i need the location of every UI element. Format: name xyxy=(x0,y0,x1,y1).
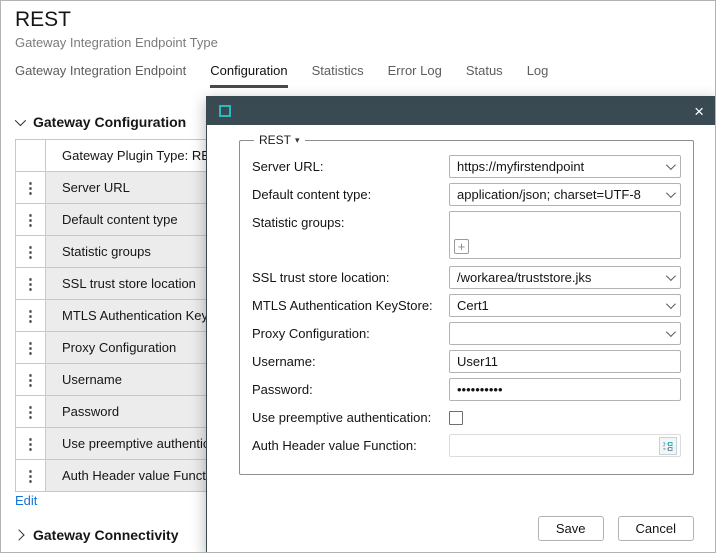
combo-value: /workarea/truststore.jks xyxy=(457,270,661,285)
form-row: Proxy Configuration: xyxy=(252,322,681,345)
field-label: Auth Header value Function: xyxy=(252,438,449,453)
chevron-down-icon xyxy=(666,299,676,309)
field-label: Statistic groups: xyxy=(252,211,449,230)
tab-statistics[interactable]: Statistics xyxy=(312,63,364,88)
save-button[interactable]: Save xyxy=(538,516,604,541)
form-row: Server URL: https://myfirstendpoint xyxy=(252,155,681,178)
tab-log[interactable]: Log xyxy=(527,63,549,88)
rest-group-box: REST ▾ Server URL: https://myfirstendpoi… xyxy=(239,133,694,475)
form-row: Statistic groups: + xyxy=(252,211,681,261)
auth-header-function-input[interactable] xyxy=(457,438,659,453)
tab-bar: Gateway Integration Endpoint Configurati… xyxy=(15,63,548,88)
form-row: Use preemptive authentication: xyxy=(252,406,681,429)
form-row: Default content type: application/json; … xyxy=(252,183,681,206)
page-subtitle: Gateway Integration Endpoint Type xyxy=(15,35,218,50)
close-icon[interactable]: × xyxy=(692,103,706,120)
drag-handle-icon[interactable]: ⋮ xyxy=(16,332,46,363)
drag-handle-icon[interactable]: ⋮ xyxy=(16,236,46,267)
chevron-down-icon xyxy=(666,271,676,281)
chevron-down-icon xyxy=(666,327,676,337)
field-label: Password: xyxy=(252,382,449,397)
form-row: SSL trust store location: /workarea/trus… xyxy=(252,266,681,289)
drag-handle-icon[interactable]: ⋮ xyxy=(16,300,46,331)
rest-config-dialog: × REST ▾ Server URL: https://myfirstendp… xyxy=(206,96,716,553)
chevron-down-icon xyxy=(15,115,26,126)
field-label: Use preemptive authentication: xyxy=(252,410,449,425)
drag-handle-icon[interactable]: ⋮ xyxy=(16,204,46,235)
combo-value: application/json; charset=UTF-8 xyxy=(457,187,661,202)
drag-handle-icon[interactable]: ⋮ xyxy=(16,396,46,427)
password-input[interactable] xyxy=(449,378,681,401)
caret-down-icon: ▾ xyxy=(295,135,300,146)
field-label: Default content type: xyxy=(252,187,449,202)
form-row: Username: xyxy=(252,350,681,373)
dialog-app-icon xyxy=(219,105,231,117)
tab-status[interactable]: Status xyxy=(466,63,503,88)
username-input[interactable] xyxy=(449,350,681,373)
empty-handle-cell xyxy=(16,140,46,171)
dialog-titlebar[interactable]: × xyxy=(207,97,716,125)
field-label: SSL trust store location: xyxy=(252,270,449,285)
chevron-down-icon xyxy=(666,160,676,170)
chevron-right-icon xyxy=(13,529,24,540)
drag-handle-icon[interactable]: ⋮ xyxy=(16,172,46,203)
field-label: Username: xyxy=(252,354,449,369)
form-row: MTLS Authentication KeyStore: Cert1 xyxy=(252,294,681,317)
page-title: REST xyxy=(15,8,71,32)
add-icon[interactable]: + xyxy=(454,239,469,254)
combo-value: Cert1 xyxy=(457,298,661,313)
form-row: Auth Header value Function: xyxy=(252,434,681,457)
field-label: MTLS Authentication KeyStore: xyxy=(252,298,449,313)
section-label: Gateway Configuration xyxy=(33,114,186,130)
group-type-label: REST xyxy=(259,133,291,147)
tab-gateway-integration-endpoint[interactable]: Gateway Integration Endpoint xyxy=(15,63,186,88)
function-editor-icon[interactable] xyxy=(659,437,677,455)
proxy-configuration-combo[interactable] xyxy=(449,322,681,345)
field-label: Server URL: xyxy=(252,159,449,174)
group-type-selector[interactable]: REST ▾ xyxy=(254,133,305,147)
form-row: Password: xyxy=(252,378,681,401)
dialog-buttons: Save Cancel xyxy=(538,516,694,541)
server-url-combo[interactable]: https://myfirstendpoint xyxy=(449,155,681,178)
section-gateway-connectivity[interactable]: Gateway Connectivity xyxy=(15,527,179,543)
field-label: Proxy Configuration: xyxy=(252,326,449,341)
combo-value: https://myfirstendpoint xyxy=(457,159,661,174)
mtls-keystore-combo[interactable]: Cert1 xyxy=(449,294,681,317)
drag-handle-icon[interactable]: ⋮ xyxy=(16,364,46,395)
drag-handle-icon[interactable]: ⋮ xyxy=(16,268,46,299)
tab-configuration[interactable]: Configuration xyxy=(210,63,287,88)
section-label: Gateway Connectivity xyxy=(33,527,179,543)
drag-handle-icon[interactable]: ⋮ xyxy=(16,460,46,491)
statistic-groups-box[interactable]: + xyxy=(449,211,681,259)
auth-header-function-field xyxy=(449,434,681,457)
app-window: REST Gateway Integration Endpoint Type G… xyxy=(0,0,716,553)
drag-handle-icon[interactable]: ⋮ xyxy=(16,428,46,459)
cancel-button[interactable]: Cancel xyxy=(618,516,694,541)
dialog-body: REST ▾ Server URL: https://myfirstendpoi… xyxy=(207,125,716,553)
default-content-type-combo[interactable]: application/json; charset=UTF-8 xyxy=(449,183,681,206)
preemptive-auth-checkbox[interactable] xyxy=(449,411,463,425)
chevron-down-icon xyxy=(666,188,676,198)
edit-link[interactable]: Edit xyxy=(15,493,37,508)
section-gateway-configuration[interactable]: Gateway Configuration xyxy=(15,114,186,130)
tab-error-log[interactable]: Error Log xyxy=(388,63,442,88)
ssl-trust-store-combo[interactable]: /workarea/truststore.jks xyxy=(449,266,681,289)
